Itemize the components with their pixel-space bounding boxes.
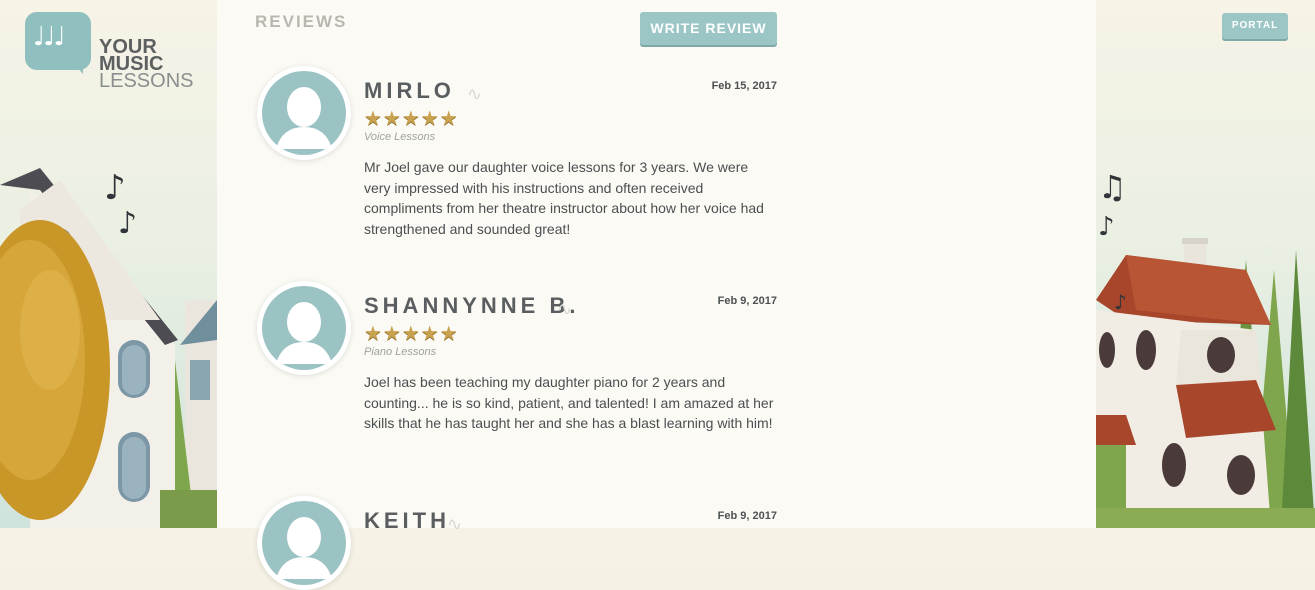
reviews-heading: REVIEWS <box>255 12 348 31</box>
review-item: KEITH ∿ Feb 9, 2017 <box>257 496 777 590</box>
logo-notes-icon: ♩♩♩ <box>33 22 66 52</box>
review-item: SHANNYNNE B. ∿ Feb 9, 2017 ★★★★★ Piano L… <box>257 281 777 471</box>
reviewer-name: MIRLO <box>364 78 455 103</box>
portal-button[interactable]: PORTAL <box>1222 13 1288 39</box>
default-avatar-icon <box>262 286 346 370</box>
review-date: Feb 9, 2017 <box>717 510 777 522</box>
right-illustration: ♫ ♪ ♪ <box>1096 0 1315 528</box>
lesson-type: Piano Lessons <box>364 346 437 358</box>
reviewer-name: SHANNYNNE B. <box>364 293 580 318</box>
reviews-panel: REVIEWS WRITE REVIEW MIRLO ∿ Feb 15, 201… <box>217 0 1096 590</box>
default-avatar-icon <box>262 501 346 585</box>
review-date: Feb 15, 2017 <box>711 80 777 92</box>
reviewer-name: KEITH <box>364 508 450 533</box>
swirl-icon: ∿ <box>557 299 573 319</box>
reviewer-avatar <box>257 281 351 375</box>
review-text: Joel has been teaching my daughter piano… <box>364 374 774 431</box>
lesson-type: Voice Lessons <box>364 131 436 143</box>
write-review-button[interactable]: WRITE REVIEW <box>640 12 777 45</box>
star-rating: ★★★★★ <box>364 106 459 130</box>
review-text: Mr Joel gave our daughter voice lessons … <box>364 159 764 237</box>
music-note-icon: ♪ <box>118 206 138 241</box>
music-note-icon: ♪ <box>1114 290 1127 314</box>
logo-line-3: LESSONS <box>99 70 194 92</box>
music-note-icon: ♪ <box>104 168 126 208</box>
reviewer-avatar <box>257 66 351 160</box>
star-rating: ★★★★★ <box>364 321 459 345</box>
reviewer-avatar <box>257 496 351 590</box>
swirl-icon: ∿ <box>447 514 463 534</box>
review-item: MIRLO ∿ Feb 15, 2017 ★★★★★ Voice Lessons… <box>257 66 777 256</box>
site-logo[interactable]: ♩♩♩ YOUR MUSIC LESSONS <box>25 12 205 102</box>
logo-bubble-tail <box>71 60 83 74</box>
right-village-illustration <box>1096 238 1315 528</box>
review-date: Feb 9, 2017 <box>717 295 777 307</box>
beamed-notes-icon: ♫ <box>1098 168 1127 206</box>
music-note-icon: ♪ <box>1098 212 1115 242</box>
default-avatar-icon <box>262 71 346 155</box>
swirl-icon: ∿ <box>467 84 483 104</box>
logo-wordmark: YOUR MUSIC LESSONS <box>99 37 194 92</box>
